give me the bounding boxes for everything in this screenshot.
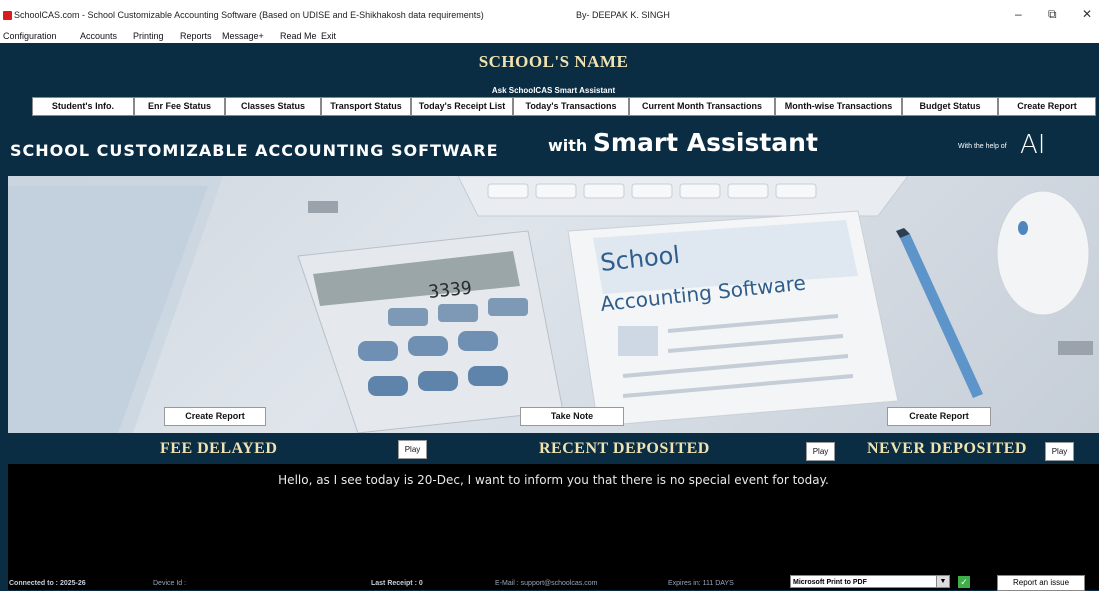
create-report-button-right[interactable]: Create Report — [887, 407, 991, 426]
menu-exit[interactable]: Exit — [321, 31, 336, 41]
calculator-icon — [297, 230, 564, 433]
hero-smart-assistant: with Smart Assistant — [548, 128, 818, 157]
message-area: Hello, as I see today is 20-Dec, I want … — [8, 464, 1099, 574]
tab-budget-status[interactable]: Budget Status — [902, 97, 998, 116]
tab-bar: Student's Info. Enr Fee Status Classes S… — [32, 97, 1096, 116]
hero-banner: SCHOOL CUSTOMIZABLE ACCOUNTING SOFTWARE … — [8, 116, 1099, 176]
status-strip: FEE DELAYED Play RECENT DEPOSITED Play N… — [8, 433, 1099, 464]
printer-select-value: Microsoft Print to PDF — [793, 579, 867, 586]
menu-configuration[interactable]: Configuration — [3, 31, 57, 41]
email-label: E-Mail : support@schoolcas.com — [495, 580, 598, 587]
hero-photo: 3339 School Accounting Software Create R… — [8, 176, 1099, 433]
app-icon — [3, 11, 12, 20]
menu-bar: Configuration Accounts Printing Reports … — [0, 31, 1099, 43]
window-title: SchoolCAS.com - School Customizable Acco… — [14, 10, 484, 20]
tab-classes-status[interactable]: Classes Status — [225, 97, 321, 116]
create-report-button-left[interactable]: Create Report — [164, 407, 266, 426]
printer-select[interactable]: Microsoft Print to PDF ▼ — [790, 575, 950, 588]
hero-title: SCHOOL CUSTOMIZABLE ACCOUNTING SOFTWARE — [10, 141, 499, 160]
smart-assistant-link[interactable]: Ask SchoolCAS Smart Assistant — [8, 86, 1099, 95]
menu-readme[interactable]: Read Me — [280, 31, 317, 41]
title-bar: SchoolCAS.com - School Customizable Acco… — [0, 0, 1099, 31]
device-id-label: Device Id : — [153, 580, 187, 587]
chevron-down-icon[interactable]: ▼ — [936, 576, 949, 587]
menu-message[interactable]: Message+ — [222, 31, 264, 41]
document-icon — [567, 210, 899, 427]
never-deposited-title: NEVER DEPOSITED — [867, 440, 1027, 457]
mouse-icon — [996, 190, 1090, 316]
never-deposited-play-button[interactable]: Play — [1045, 442, 1074, 461]
tab-month-wise-transactions[interactable]: Month-wise Transactions — [775, 97, 902, 116]
assistant-message: Hello, as I see today is 20-Dec, I want … — [278, 473, 829, 487]
hero-smart-text: Smart Assistant — [592, 128, 818, 157]
recent-deposited-play-button[interactable]: Play — [806, 442, 835, 461]
hero-help-text: With the help of — [958, 143, 1007, 150]
last-receipt-label: Last Receipt : 0 — [371, 580, 423, 587]
school-name: SCHOOL'S NAME — [478, 52, 629, 71]
author-label: By- DEEPAK K. SINGH — [576, 10, 670, 20]
fee-delayed-title: FEE DELAYED — [160, 440, 278, 457]
expires-label: Expires in: 111 DAYS — [668, 580, 734, 587]
tab-students-info[interactable]: Student's Info. — [32, 97, 134, 116]
restore-button[interactable]: ⧉ — [1048, 7, 1057, 22]
tab-transport-status[interactable]: Transport Status — [321, 97, 411, 116]
recent-deposited-title: RECENT DEPOSITED — [539, 440, 710, 457]
keyboard-icon — [457, 176, 909, 217]
tab-create-report[interactable]: Create Report — [998, 97, 1096, 116]
tab-todays-transactions[interactable]: Today's Transactions — [513, 97, 629, 116]
status-bar: Connected to : 2025-26 Device Id : Last … — [8, 574, 1099, 591]
menu-printing[interactable]: Printing — [133, 31, 164, 41]
menu-reports[interactable]: Reports — [180, 31, 212, 41]
tab-todays-receipt-list[interactable]: Today's Receipt List — [411, 97, 513, 116]
connected-label: Connected to : 2025-26 — [9, 580, 86, 587]
ai-logo-icon: AI — [1020, 130, 1046, 160]
report-issue-button[interactable]: Report an issue — [997, 575, 1085, 591]
main-frame: SCHOOL'S NAME Ask SchoolCAS Smart Assist… — [8, 43, 1099, 591]
checkmark-icon[interactable]: ✓ — [958, 576, 970, 588]
menu-accounts[interactable]: Accounts — [80, 31, 117, 41]
tab-current-month-transactions[interactable]: Current Month Transactions — [629, 97, 775, 116]
take-note-button[interactable]: Take Note — [520, 407, 624, 426]
fee-delayed-play-button[interactable]: Play — [398, 440, 427, 459]
tab-enr-fee-status[interactable]: Enr Fee Status — [134, 97, 225, 116]
desk-illustration: 3339 School Accounting Software — [8, 176, 1093, 433]
pen-icon — [896, 228, 983, 398]
hero-with-text: with — [548, 136, 588, 155]
minimize-button[interactable]: – — [1015, 7, 1022, 21]
close-button[interactable]: ✕ — [1082, 7, 1092, 21]
